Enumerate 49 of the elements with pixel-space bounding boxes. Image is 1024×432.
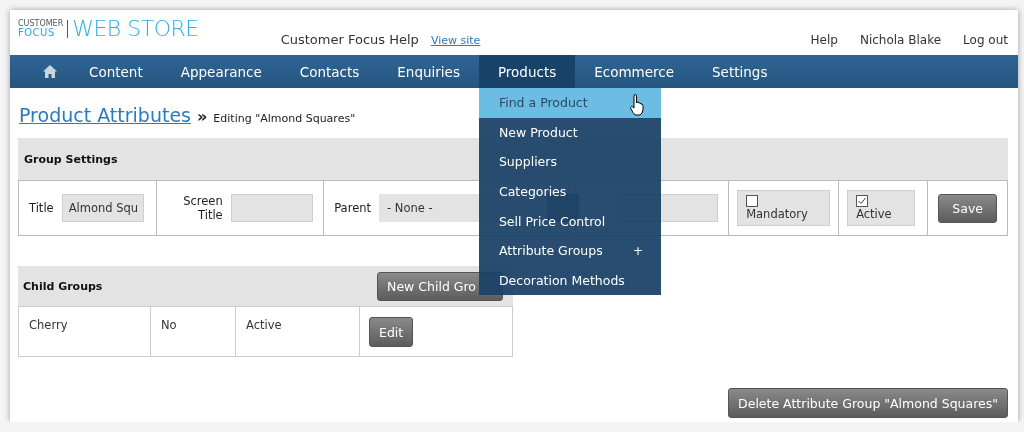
menu-item[interactable]: Attribute Groups + — [478, 235, 661, 266]
menu-item-label: New Product — [498, 124, 578, 140]
section-heading: Child Groups — [23, 279, 103, 293]
checkbox[interactable] — [746, 195, 759, 207]
hand-cursor-icon — [628, 94, 645, 116]
nav-tab[interactable]: Products — [478, 55, 576, 88]
checkbox-label: Active — [856, 209, 893, 221]
menu-item[interactable]: Sell Price Control — [478, 206, 661, 236]
select-value: - None - — [387, 201, 433, 215]
nav-tab[interactable]: Enquiries — [378, 55, 479, 88]
logo-brand: FOCUS — [18, 27, 56, 38]
logo-tagline: CUSTOMER — [18, 19, 64, 28]
menu-item-label: Find a Product — [498, 95, 588, 111]
field-label: Parent — [334, 201, 371, 215]
field-label: Title — [29, 201, 54, 215]
text-field[interactable] — [230, 194, 313, 222]
menu-item[interactable]: Find a Product — [478, 88, 661, 118]
page-title-link[interactable]: Product Attributes — [19, 104, 191, 126]
table-cell: Active — [236, 307, 360, 356]
check-icon — [857, 196, 868, 206]
table-cell: No — [151, 307, 236, 356]
header-link[interactable]: Log out — [963, 33, 1008, 47]
help-heading: Customer Focus Help — [280, 32, 419, 47]
save-button[interactable]: Save — [938, 193, 997, 223]
nav-tab[interactable]: Content — [70, 55, 162, 88]
checkbox[interactable] — [856, 195, 869, 207]
field-label: Screen Title — [182, 194, 223, 222]
nav-tab[interactable]: Appearance — [161, 55, 281, 88]
menu-item-label: Categories — [498, 184, 567, 200]
submenu-marker[interactable]: + — [632, 243, 643, 258]
page-subtitle: Editing "Almond Squares" — [213, 112, 356, 125]
menu-item-label: Attribute Groups — [498, 243, 603, 259]
delete-group-button[interactable]: Delete Attribute Group "Almond Squares" — [728, 388, 1008, 418]
nav-tab[interactable]: Settings — [693, 55, 787, 88]
header-link[interactable]: Help — [810, 33, 838, 47]
breadcrumb-separator: » — [197, 107, 208, 126]
menu-item-label: Suppliers — [498, 154, 557, 170]
home-icon — [42, 64, 58, 79]
menu-item-label: Sell Price Control — [498, 213, 606, 229]
menu-item[interactable]: Suppliers — [478, 147, 661, 177]
table-cell: Cherry — [19, 307, 151, 356]
nav-tab[interactable]: Ecommerce — [575, 55, 694, 88]
checkbox-label: Mandatory — [746, 209, 809, 221]
text-field[interactable]: Almond Squ — [61, 194, 144, 222]
logo-product-name: WEB STORE — [72, 16, 199, 41]
nav-tab[interactable]: Contacts — [280, 55, 379, 88]
header-link[interactable]: Nichola Blake — [859, 33, 942, 47]
view-site-link[interactable]: View site — [430, 34, 481, 47]
edit-button[interactable]: Edit — [369, 317, 414, 347]
